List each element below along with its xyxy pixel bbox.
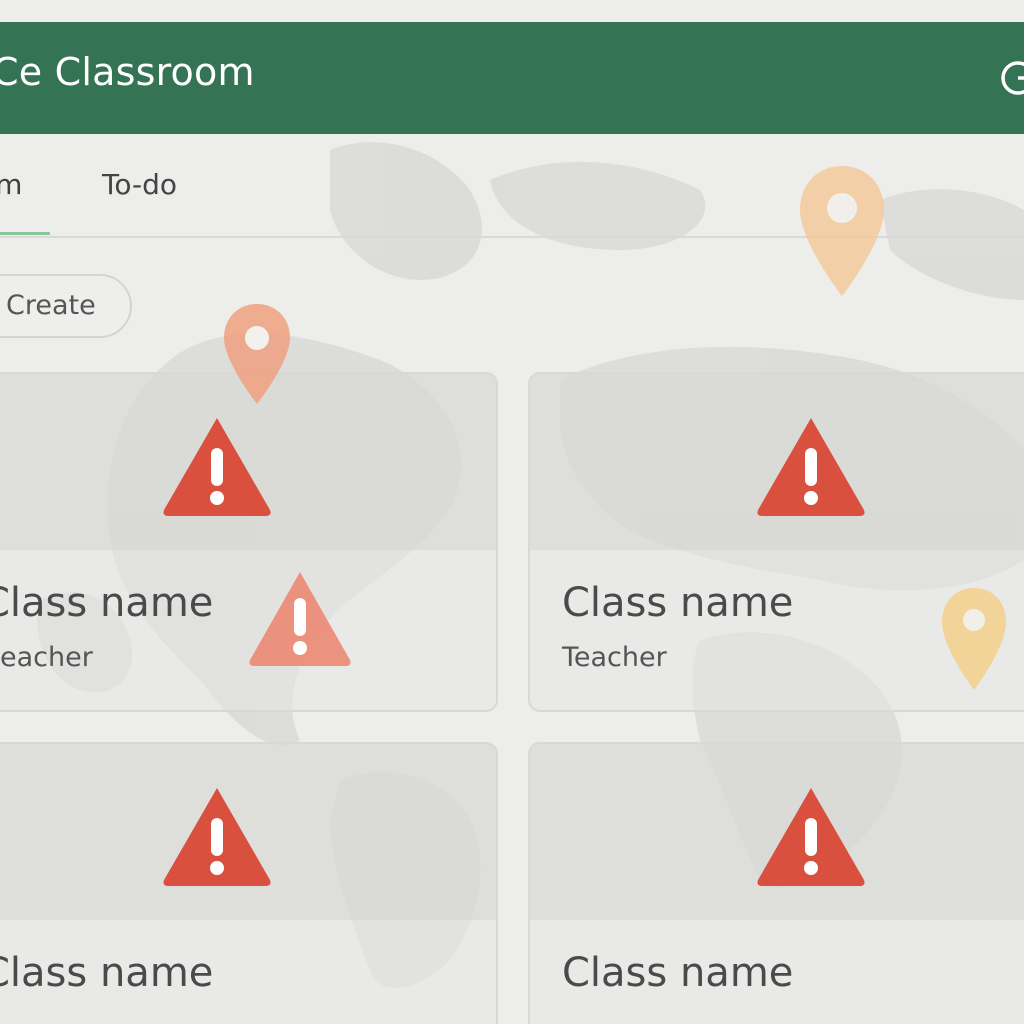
app-title: Ce Classroom xyxy=(0,50,255,94)
warning-icon xyxy=(757,788,865,886)
warning-icon xyxy=(249,572,351,666)
class-title: Class name xyxy=(562,950,794,996)
class-teacher: eacher xyxy=(0,642,93,673)
location-pin-icon xyxy=(942,588,1006,690)
warning-icon xyxy=(757,418,865,516)
tab-stream[interactable]: am xyxy=(0,168,22,201)
warning-icon xyxy=(163,418,271,516)
active-tab-indicator xyxy=(0,232,50,235)
warning-icon xyxy=(163,788,271,886)
create-button-label: Create xyxy=(6,290,96,321)
class-title: Class name xyxy=(562,580,794,626)
class-teacher: Teacher xyxy=(562,642,667,673)
class-title: Class name xyxy=(0,950,214,996)
app-header: Ce Classroom xyxy=(0,22,1024,134)
class-card[interactable]: Class name xyxy=(528,742,1024,1024)
classroom-page: Ce Classroom am To-do Create Class name … xyxy=(0,0,1024,1024)
create-button[interactable]: Create xyxy=(0,274,132,338)
class-card[interactable]: Class name xyxy=(0,742,498,1024)
window-top-strip xyxy=(0,0,1024,22)
location-pin-icon xyxy=(224,304,290,404)
location-pin-icon xyxy=(800,166,884,296)
tab-todo[interactable]: To-do xyxy=(102,168,177,201)
class-title: Class name xyxy=(0,580,214,626)
account-circle-icon[interactable] xyxy=(996,56,1024,100)
